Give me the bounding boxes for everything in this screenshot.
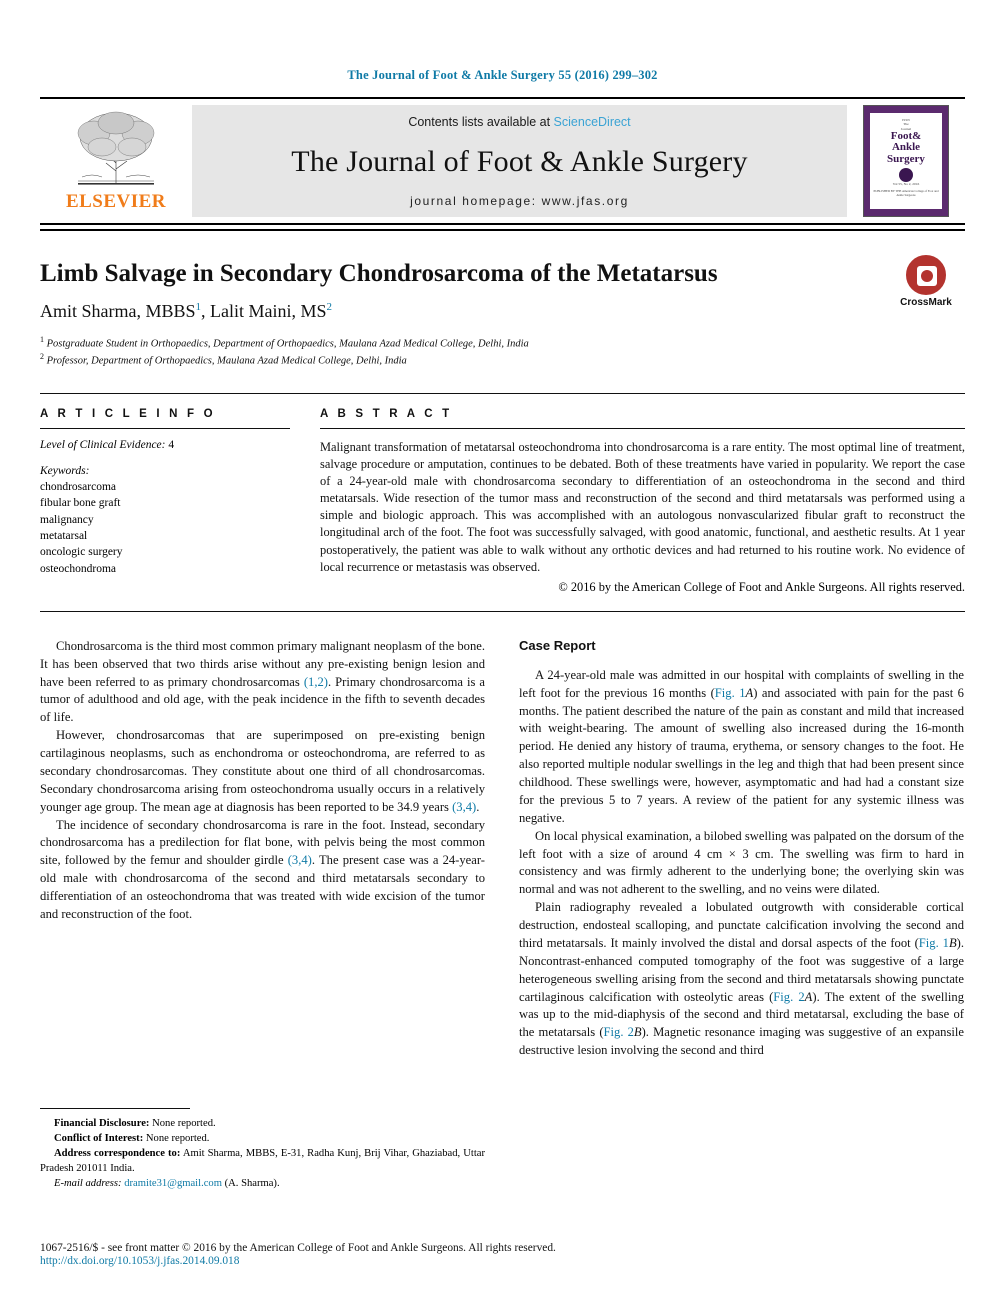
crossmark-label: CrossMark xyxy=(900,297,952,308)
footnote-value: None reported. xyxy=(149,1118,216,1129)
article-header: CrossMark Limb Salvage in Secondary Chon… xyxy=(40,255,965,369)
figure-link[interactable]: Fig. 1 xyxy=(715,686,746,700)
affiliation-2: 2 Professor, Department of Orthopaedics,… xyxy=(40,351,965,369)
paragraph: On local physical examination, a bilobed… xyxy=(519,828,964,900)
journal-article-page: The Journal of Foot & Ankle Surgery 55 (… xyxy=(0,0,1005,1305)
paragraph-text: However, chondrosarcomas that are superi… xyxy=(40,728,485,814)
crossmark-badge[interactable]: CrossMark xyxy=(887,255,965,308)
level-of-evidence: Level of Clinical Evidence: 4 xyxy=(40,439,290,451)
keywords-label: Keywords: xyxy=(40,464,90,477)
keywords-list: chondrosarcoma fibular bone graft malign… xyxy=(40,479,290,577)
abstract-text: Malignant transformation of metatarsal o… xyxy=(320,439,965,574)
keyword-item: chondrosarcoma xyxy=(40,480,116,493)
author-separator: , Lalit Maini, MS xyxy=(201,300,327,321)
footnote-conflict-of-interest: Conflict of Interest: None reported. xyxy=(40,1131,485,1146)
keyword-item: oncologic surgery xyxy=(40,546,123,559)
journal-masthead: ELSEVIER Contents lists available at Sci… xyxy=(40,97,965,225)
page-title: Limb Salvage in Secondary Chondrosarcoma… xyxy=(40,260,718,287)
cover-ankle: Ankle xyxy=(891,141,921,154)
cover-surgery: Surgery xyxy=(887,152,925,165)
cover-volume: Vol 55, No 2, 2016 xyxy=(892,181,920,186)
footnote-email: E-mail address: dramite31@gmail.com (A. … xyxy=(40,1176,485,1191)
email-link[interactable]: dramite31@gmail.com xyxy=(124,1178,222,1189)
contents-prefix: Contents lists available at xyxy=(408,115,554,129)
citation-link[interactable]: (3,4) xyxy=(288,853,312,867)
masthead-center: Contents lists available at ScienceDirec… xyxy=(192,105,847,217)
footnotes-block: Financial Disclosure: None reported. Con… xyxy=(40,1108,485,1191)
article-info-rule xyxy=(40,427,290,429)
author-1: Amit Sharma, MBBS xyxy=(40,300,196,321)
body-columns: Chondrosarcoma is the third most common … xyxy=(40,638,965,1060)
elsevier-logo-cell: ELSEVIER xyxy=(40,99,192,223)
figure-link[interactable]: Fig. 1 xyxy=(919,936,949,950)
footer-doi-link[interactable]: http://dx.doi.org/10.1053/j.jfas.2014.09… xyxy=(40,1255,965,1267)
footer-copyright: 1067-2516/$ - see front matter © 2016 by… xyxy=(40,1242,556,1254)
affiliation-2-text: Professor, Department of Orthopaedics, M… xyxy=(46,355,407,367)
section-heading-case-report: Case Report xyxy=(519,637,596,653)
figure-link-part[interactable]: B xyxy=(949,936,957,950)
figure-link-part[interactable]: B xyxy=(634,1025,642,1039)
affiliation-1: 1 Postgraduate Student in Orthopaedics, … xyxy=(40,334,965,352)
paragraph-text: On local physical examination, a bilobed… xyxy=(519,828,964,897)
page-footer: 1067-2516/$ - see front matter © 2016 by… xyxy=(40,1242,965,1267)
cover-publisher-note: PUBLISHED BY THE American College of Foo… xyxy=(873,189,939,197)
level-of-evidence-value: 4 xyxy=(165,438,175,451)
affiliation-1-text: Postgraduate Student in Orthopaedics, De… xyxy=(46,338,529,349)
paragraph-text: . xyxy=(476,799,480,814)
keyword-item: fibular bone graft xyxy=(40,497,121,510)
running-head: The Journal of Foot & Ankle Surgery 55 (… xyxy=(347,68,658,82)
abstract-rule xyxy=(320,427,965,429)
footnote-value: None reported. xyxy=(143,1133,210,1145)
footnote-label: Address correspondence to: xyxy=(54,1148,181,1160)
keyword-item: malignancy xyxy=(40,513,94,526)
citation-link[interactable]: (3,4) xyxy=(452,800,476,814)
figure-link[interactable]: Fig. 2 xyxy=(604,1025,634,1039)
level-of-evidence-label: Level of Clinical Evidence: xyxy=(40,438,166,451)
sciencedirect-link[interactable]: ScienceDirect xyxy=(554,115,631,129)
affiliation-2-marker: 2 xyxy=(40,352,44,362)
contents-available-line: Contents lists available at ScienceDirec… xyxy=(408,115,630,129)
footnote-rule xyxy=(40,1108,190,1109)
footnote-financial-disclosure: Financial Disclosure: None reported. xyxy=(40,1116,485,1131)
article-info-heading: A R T I C L E I N F O xyxy=(40,407,216,420)
journal-cover-cell: ISSN The Journal Foot& Ankle Surgery Vol… xyxy=(847,99,965,223)
elsevier-tree-icon xyxy=(77,111,155,185)
abstract-column: A B S T R A C T Malignant transformation… xyxy=(312,408,965,595)
keyword-item: osteochondroma xyxy=(40,562,117,575)
footnote-label: E-mail address: xyxy=(54,1178,122,1190)
cover-seal-icon xyxy=(899,167,913,182)
journal-homepage[interactable]: journal homepage: www.jfas.org xyxy=(410,194,629,208)
elsevier-wordmark: ELSEVIER xyxy=(65,191,167,212)
journal-cover-thumbnail: ISSN The Journal Foot& Ankle Surgery Vol… xyxy=(863,105,949,217)
keyword-item: metatarsal xyxy=(40,529,88,542)
affiliation-1-marker: 1 xyxy=(40,334,44,344)
masthead-bottom-rule xyxy=(40,229,965,231)
crossmark-icon xyxy=(906,255,946,295)
abstract-heading: A B S T R A C T xyxy=(320,407,453,420)
paragraph: However, chondrosarcomas that are superi… xyxy=(40,727,485,816)
figure-link[interactable]: Fig. 2 xyxy=(773,990,804,1004)
paragraph-text: Plain radiography revealed a lobulated o… xyxy=(519,900,964,950)
paragraph: The incidence of secondary chondrosarcom… xyxy=(40,817,485,924)
journal-title: The Journal of Foot & Ankle Surgery xyxy=(291,144,748,178)
paragraph-text: ) and associated with pain for the past … xyxy=(519,685,964,825)
abstract-copyright: © 2016 by the American College of Foot a… xyxy=(558,579,965,594)
author-list: Amit Sharma, MBBS1, Lalit Maini, MS2 xyxy=(40,301,965,322)
footnote-value: (A. Sharma). xyxy=(221,1178,280,1190)
citation-link[interactable]: (1,2) xyxy=(304,675,328,689)
right-column: Case Report A 24-year-old male was admit… xyxy=(519,638,964,1060)
footnote-label: Financial Disclosure: xyxy=(54,1118,150,1129)
left-column: Chondrosarcoma is the third most common … xyxy=(40,638,485,1060)
footnote-address: Address correspondence to: Amit Sharma, … xyxy=(40,1146,485,1176)
paragraph: Chondrosarcoma is the third most common … xyxy=(40,638,485,727)
paragraph: Plain radiography revealed a lobulated o… xyxy=(519,899,964,1060)
paragraph: A 24-year-old male was admitted in our h… xyxy=(519,667,964,828)
author-2-affil-marker[interactable]: 2 xyxy=(327,301,333,313)
footnote-label: Conflict of Interest: xyxy=(54,1133,144,1145)
article-info-column: A R T I C L E I N F O Level of Clinical … xyxy=(40,408,312,595)
info-abstract-block: A R T I C L E I N F O Level of Clinical … xyxy=(40,392,965,612)
